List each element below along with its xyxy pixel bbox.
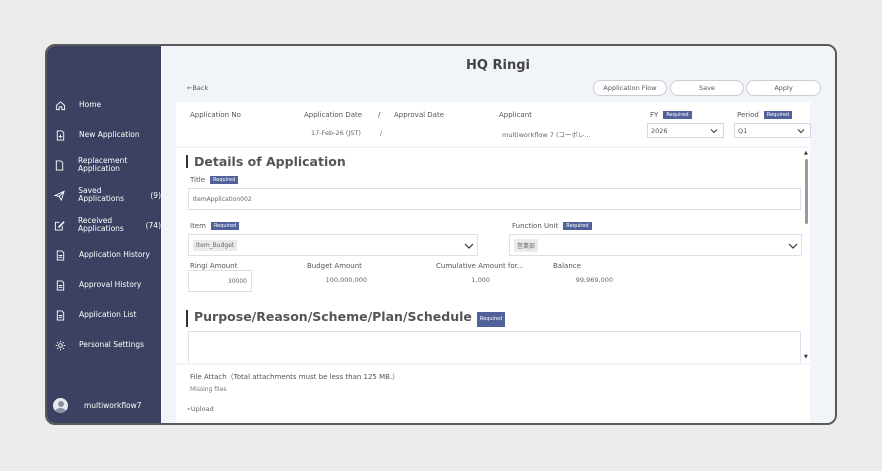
chevron-down-icon	[710, 129, 718, 134]
applicant-value: multiworkflow 7 (コーポレ...	[502, 131, 591, 139]
budget-amount-label: Budget Amount	[307, 262, 362, 270]
back-link[interactable]: ←Back	[187, 84, 208, 92]
chevron-down-icon	[797, 129, 805, 134]
list-document-icon	[54, 309, 66, 321]
user-name: multiworkflow7	[84, 401, 142, 410]
sidebar-item-label: Received Applications	[78, 216, 124, 233]
scroll-thumb[interactable]	[805, 159, 808, 224]
document-icon	[54, 159, 65, 171]
ringi-amount-input[interactable]: 30000	[188, 270, 252, 292]
balance-value: 99,969,000	[575, 276, 613, 284]
page-title: HQ Ringi	[466, 58, 530, 73]
header-separator: /	[378, 111, 381, 119]
fy-label: FY Required	[650, 111, 692, 119]
gear-icon	[54, 339, 66, 351]
send-icon	[54, 189, 65, 201]
cumulative-amount-label: Cumulative Amount for...	[436, 262, 524, 270]
chevron-down-icon	[788, 243, 798, 249]
applicant-label: Applicant	[499, 111, 532, 119]
required-badge: Required	[663, 111, 692, 119]
list-document-icon	[54, 249, 66, 261]
avatar	[53, 398, 68, 413]
required-badge: Required	[563, 222, 592, 230]
period-selected-value: Q1	[738, 126, 748, 135]
chevron-down-icon	[464, 243, 474, 249]
period-select[interactable]: Q1	[734, 123, 811, 138]
application-details-panel[interactable]: Details of Application Title Required Ite…	[176, 148, 810, 363]
edit-document-icon	[54, 219, 65, 231]
item-label: Item Required	[190, 222, 240, 230]
required-badge: Required	[476, 312, 506, 327]
scroll-up-icon[interactable]: ▲	[804, 150, 808, 156]
sidebar-item-saved-applications[interactable]: Saved Applications (9)	[47, 180, 161, 210]
upload-label: Upload	[190, 405, 214, 413]
saved-count-badge: (9)	[150, 190, 161, 200]
balance-label: Balance	[553, 262, 581, 270]
sidebar-item-new-application[interactable]: New Application	[47, 120, 161, 150]
list-document-icon	[54, 279, 66, 291]
sidebar-item-label: Approval History	[79, 280, 142, 289]
upload-button[interactable]: ⌁Upload	[187, 405, 214, 413]
period-label: Period Required	[737, 111, 793, 119]
sidebar-item-home[interactable]: Home	[47, 90, 161, 120]
ringi-amount-label: Ringi Amount	[190, 262, 238, 270]
item-select[interactable]: Item_Budget	[188, 234, 478, 256]
sidebar-item-label: Application List	[79, 310, 137, 319]
application-flow-button[interactable]: Application Flow	[593, 80, 667, 96]
scroll-down-icon[interactable]: ▼	[804, 354, 808, 360]
required-badge: Required	[210, 176, 239, 184]
details-heading: Details of Application	[186, 155, 346, 168]
missing-files-text: Missing files	[190, 386, 227, 393]
save-button[interactable]: Save	[670, 80, 744, 96]
sidebar-item-received-applications[interactable]: Received Applications (74)	[47, 210, 161, 240]
sidebar-item-label: Application History	[79, 250, 150, 259]
sidebar-item-label: Personal Settings	[79, 340, 145, 349]
sidebar-item-label: New Application	[79, 130, 140, 139]
function-unit-selected-chip: 営業部	[514, 238, 539, 252]
application-no-label: Application No	[190, 111, 241, 119]
application-date-label: Application Date	[304, 111, 363, 119]
purpose-heading: Purpose/Reason/Scheme/Plan/Schedule Requi…	[186, 310, 506, 327]
approval-date-label: Approval Date	[394, 111, 445, 119]
item-selected-chip: Item_Budget	[193, 239, 238, 251]
app-window: Home New Application Replacement Applica…	[45, 44, 837, 425]
required-badge: Required	[210, 222, 240, 230]
sidebar-nav: Home New Application Replacement Applica…	[47, 90, 161, 360]
application-header: Application No Application Date / Approv…	[176, 102, 811, 146]
function-unit-label: Function Unit Required	[512, 222, 592, 230]
file-attach-section: File Attach（Total attachments must be le…	[176, 365, 810, 423]
function-unit-select[interactable]: 営業部	[509, 234, 802, 256]
user-profile[interactable]: multiworkflow7	[53, 398, 142, 413]
home-icon	[54, 99, 66, 111]
sidebar-item-label: Replacement Application	[78, 156, 128, 173]
fy-selected-value: 2026	[651, 126, 668, 135]
fy-select[interactable]: 2026	[647, 123, 724, 138]
sidebar: Home New Application Replacement Applica…	[47, 46, 161, 423]
approval-date-value: /	[380, 129, 383, 137]
scrollbar[interactable]: ▲ ▼	[804, 150, 810, 360]
main-content: HQ Ringi ←Back Application Flow Save App…	[161, 46, 835, 423]
received-count-badge: (74)	[145, 220, 161, 230]
file-attach-label: File Attach（Total attachments must be le…	[190, 373, 400, 381]
title-input[interactable]: ItemApplication002	[188, 188, 801, 210]
sidebar-item-replacement-application[interactable]: Replacement Application	[47, 150, 161, 180]
purpose-textarea[interactable]	[188, 331, 801, 363]
new-document-icon	[54, 129, 66, 141]
apply-button[interactable]: Apply	[746, 80, 821, 96]
sidebar-item-label: Saved Applications	[78, 186, 125, 203]
sidebar-item-application-history[interactable]: Application History	[47, 240, 161, 270]
sidebar-item-personal-settings[interactable]: Personal Settings	[47, 330, 161, 360]
required-badge: Required	[763, 111, 793, 119]
sidebar-item-approval-history[interactable]: Approval History	[47, 270, 161, 300]
sidebar-item-application-list[interactable]: Application List	[47, 300, 161, 330]
budget-amount-value: 100,000,000	[325, 276, 367, 284]
application-date-value: 17-Feb-26 (JST)	[311, 129, 361, 137]
title-label: Title Required	[190, 176, 239, 184]
sidebar-item-label: Home	[79, 100, 102, 109]
cumulative-amount-value: 1,000	[471, 276, 490, 284]
